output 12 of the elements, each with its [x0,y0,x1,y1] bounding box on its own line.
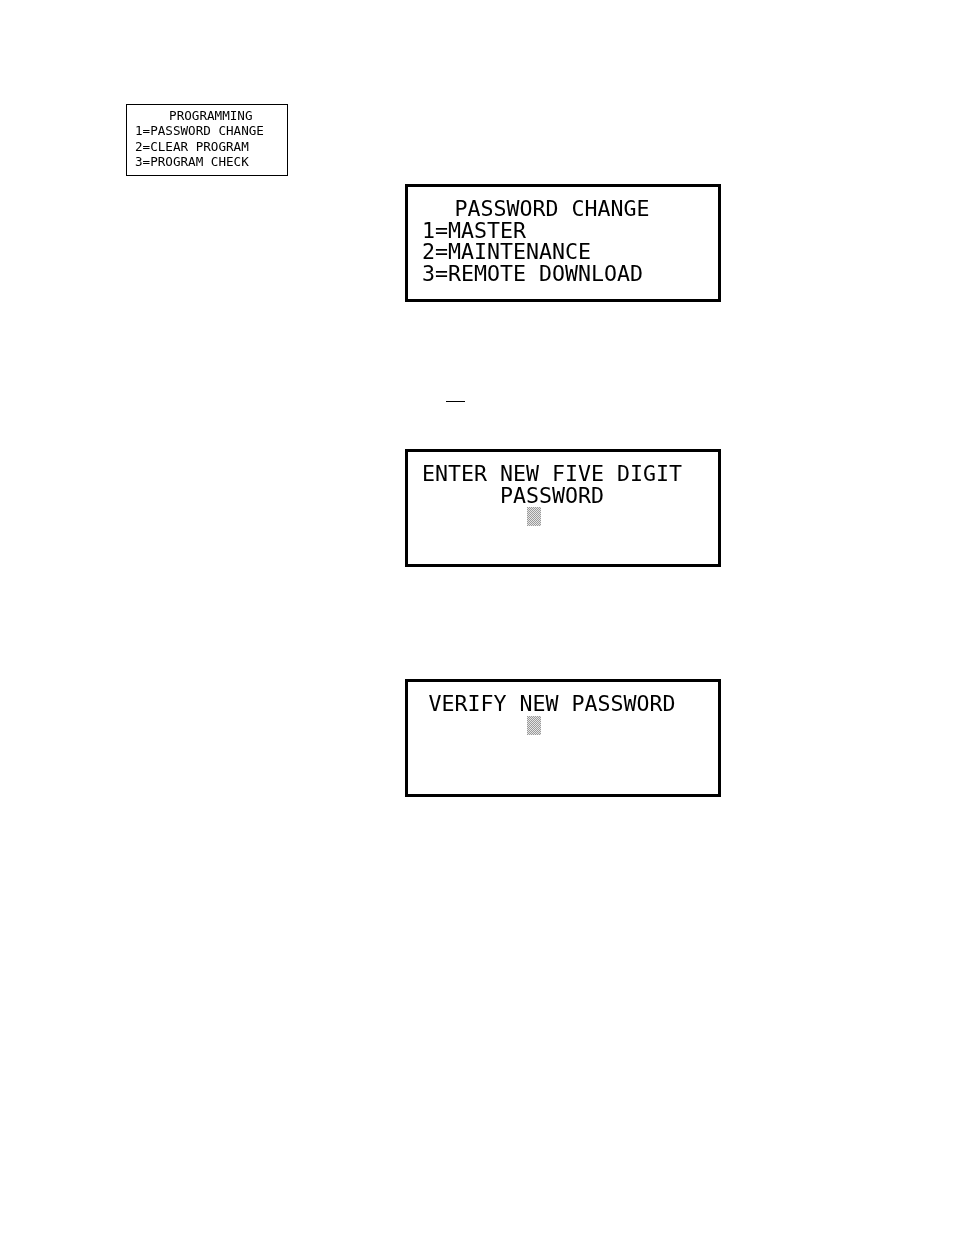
display-heading: VERIFY NEW PASSWORD [427,693,677,715]
menu-option: 1=MASTER [422,219,682,242]
display-heading: PASSWORD CHANGE [453,198,651,220]
menu-option: 1=PASSWORD CHANGE [135,123,287,139]
display-heading: PROGRAMMING [168,108,254,124]
menu-option: 3=PROGRAM CHECK [135,154,287,170]
menu-option: 2=CLEAR PROGRAM [135,138,287,155]
underline-mark [446,401,465,402]
display-heading: PASSWORD [499,484,605,507]
menu-option: 3=REMOTE DOWNLOAD [422,263,682,285]
display-heading: ENTER NEW FIVE DIGIT [422,463,682,485]
menu-option: 2=MAINTENANCE [422,241,682,264]
